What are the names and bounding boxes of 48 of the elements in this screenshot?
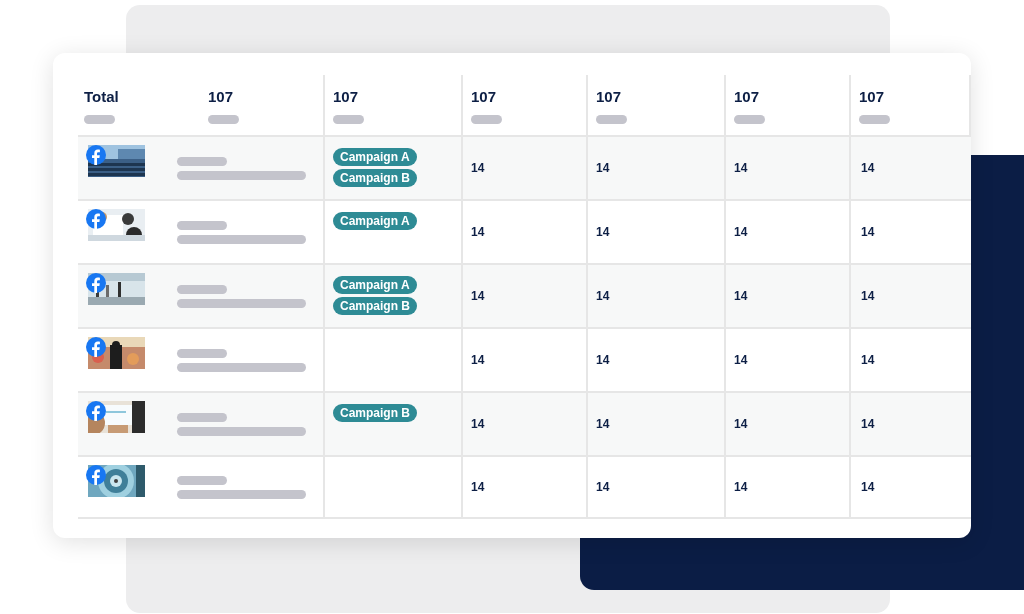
skeleton-bar <box>177 284 227 294</box>
skeleton-bar <box>177 475 227 485</box>
skeleton-bar <box>333 115 364 124</box>
column-header: Total <box>84 88 120 106</box>
campaign-tag: Campaign A <box>333 276 417 294</box>
table-cell: 14 <box>851 135 971 199</box>
table-cell: 14 <box>726 455 851 519</box>
social-logo-icon <box>86 337 106 357</box>
social-logo-icon <box>86 273 106 293</box>
column-header: 107 <box>596 88 623 106</box>
column-header: 107 <box>333 88 360 106</box>
column-header: 107 <box>208 88 235 106</box>
campaign-tag: Campaign A <box>333 212 417 230</box>
table-cell: 14 <box>463 455 588 519</box>
column-header: 107 <box>471 88 498 106</box>
campaign-tag: Campaign B <box>333 169 417 187</box>
skeleton-bar <box>177 412 227 422</box>
social-logo-icon <box>86 465 106 485</box>
social-logo-icon <box>86 145 106 165</box>
campaign-tag: Campaign A <box>333 148 417 166</box>
table-cell: 14 <box>726 135 851 199</box>
table-cell: 14 <box>726 263 851 327</box>
table-cell: 14 <box>463 263 588 327</box>
campaign-tag: Campaign B <box>333 404 417 422</box>
table-cell: 14 <box>463 391 588 455</box>
table-cell: 14 <box>588 263 726 327</box>
skeleton-bar <box>208 115 239 124</box>
skeleton-bar <box>471 115 502 124</box>
campaign-tag: Campaign B <box>333 297 417 315</box>
social-logo-icon <box>86 209 106 229</box>
skeleton-bar <box>177 220 227 230</box>
table-cell: 14 <box>726 391 851 455</box>
table-cell: 14 <box>851 263 971 327</box>
table-cell: 14 <box>588 135 726 199</box>
table-cell: 14 <box>588 455 726 519</box>
skeleton-bar <box>596 115 627 124</box>
social-logo-icon <box>86 401 106 421</box>
skeleton-bar <box>177 348 227 358</box>
skeleton-bar <box>84 115 115 124</box>
table-cell: 14 <box>588 391 726 455</box>
skeleton-bar <box>859 115 890 124</box>
table-cell: 14 <box>851 391 971 455</box>
column-header: 107 <box>734 88 761 106</box>
table-cell: 14 <box>463 135 588 199</box>
skeleton-bar <box>177 156 227 166</box>
skeleton-bar <box>734 115 765 124</box>
column-header: 107 <box>859 88 886 106</box>
table-cell: 14 <box>851 455 971 519</box>
